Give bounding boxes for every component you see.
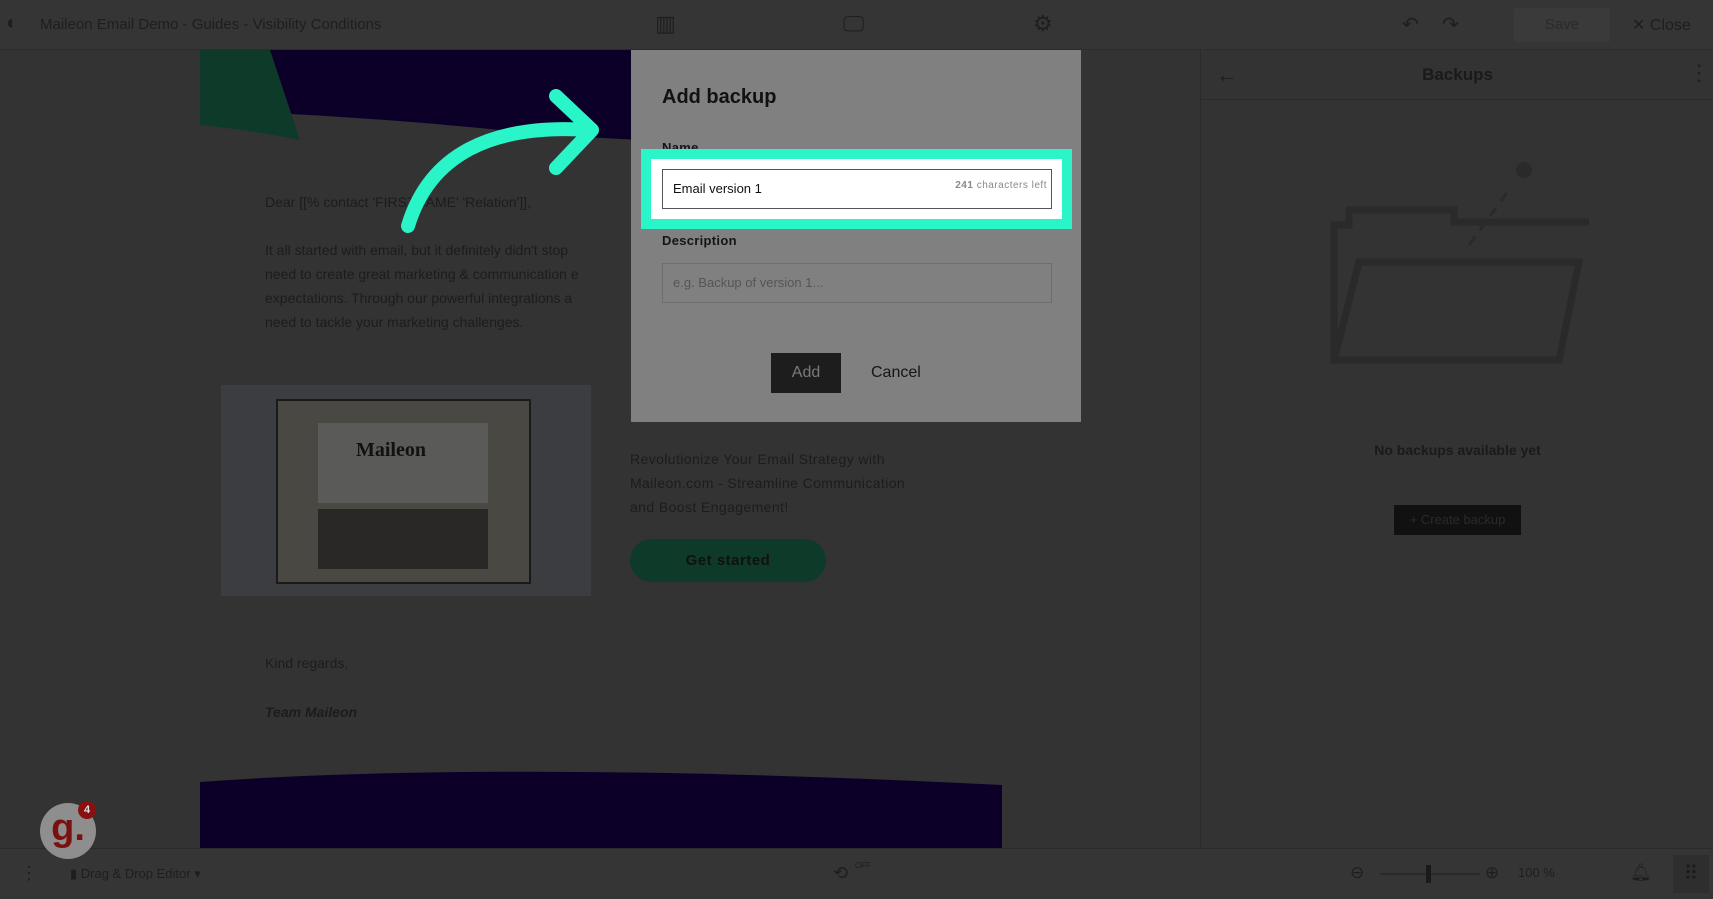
panel-title: Backups: [1422, 65, 1493, 84]
email-paragraph: It all started with email, but it defini…: [265, 242, 579, 330]
zoom-out-icon[interactable]: ⊖: [1350, 863, 1364, 883]
email-hero-image[interactable]: Maileon: [221, 385, 591, 596]
guidde-badge[interactable]: g. 4: [40, 801, 96, 859]
zoom-slider-handle[interactable]: [1426, 865, 1431, 883]
footer-wave: [200, 771, 1002, 848]
zoom-level: 100 %: [1518, 865, 1555, 880]
undo-icon[interactable]: ↶: [1402, 12, 1419, 37]
editor-mode-dropdown[interactable]: ▮ Drag & Drop Editor ▾: [70, 866, 201, 882]
backups-panel: ← Backups ⋮ No backups available yet + C…: [1200, 50, 1713, 848]
mobile-icon: ▮: [70, 866, 81, 881]
promo-text: Revolutionize Your Email Strategy with Ma…: [630, 451, 906, 515]
cancel-button[interactable]: Cancel: [871, 353, 921, 393]
more-options-icon[interactable]: ⋮: [1688, 60, 1710, 86]
settings-gear-icon[interactable]: ⚙: [1033, 11, 1053, 37]
redo-icon[interactable]: ↷: [1442, 12, 1459, 37]
dialog-title: Add backup: [662, 86, 777, 108]
empty-state-text: No backups available yet: [1374, 442, 1541, 458]
character-counter: 241 characters left: [955, 180, 1047, 191]
zoom-in-icon[interactable]: ⊕: [1485, 863, 1499, 883]
description-label: Description: [662, 233, 737, 248]
signature: Team Maileon: [265, 704, 358, 720]
apps-grid-icon[interactable]: ⠿: [1673, 855, 1709, 893]
desktop-preview-icon[interactable]: 🖵: [843, 11, 864, 37]
layout-icon[interactable]: ▥: [655, 11, 676, 37]
name-field-highlight: Email version 1 241 characters left: [641, 149, 1072, 229]
name-input[interactable]: Email version 1 241 characters left: [662, 169, 1052, 209]
email-greeting: Dear [[% contact 'FIRSTNAME' 'Relation']…: [265, 194, 531, 210]
panel-header: ← Backups ⋮: [1201, 50, 1713, 100]
maileon-logo-icon: ◐: [6, 12, 19, 34]
empty-folder-icon: [1329, 162, 1589, 364]
document-title: Maileon Email Demo - Guides - Visibility…: [40, 16, 382, 33]
get-started-button[interactable]: Get started: [630, 539, 826, 582]
close-button[interactable]: ✕ Close: [1632, 15, 1691, 35]
add-button[interactable]: Add: [771, 353, 841, 393]
plus-icon: +: [1409, 512, 1421, 527]
add-backup-dialog: Add backup Name Description e.g. Backup …: [631, 50, 1081, 422]
menu-dots-icon[interactable]: ⋮: [20, 863, 38, 884]
zoom-slider[interactable]: [1380, 865, 1480, 883]
create-backup-button[interactable]: + Create backup: [1394, 505, 1521, 535]
notification-bell-icon[interactable]: 🔔︎: [1630, 863, 1652, 883]
history-toggle-state: OFF: [855, 861, 871, 870]
save-button[interactable]: Save: [1514, 8, 1610, 42]
notification-count-badge: 4: [78, 801, 96, 819]
history-icon[interactable]: ⟲: [833, 863, 848, 884]
description-input[interactable]: e.g. Backup of version 1...: [662, 263, 1052, 303]
closing-text: Kind regards,: [265, 655, 349, 671]
close-icon: ✕: [1632, 17, 1650, 34]
bottom-bar: ⋮ ▮ Drag & Drop Editor ▾ ⟲ OFF ⊖ ⊕ 100 %…: [0, 848, 1713, 899]
top-bar: ◐ Maileon Email Demo - Guides - Visibili…: [0, 0, 1713, 50]
